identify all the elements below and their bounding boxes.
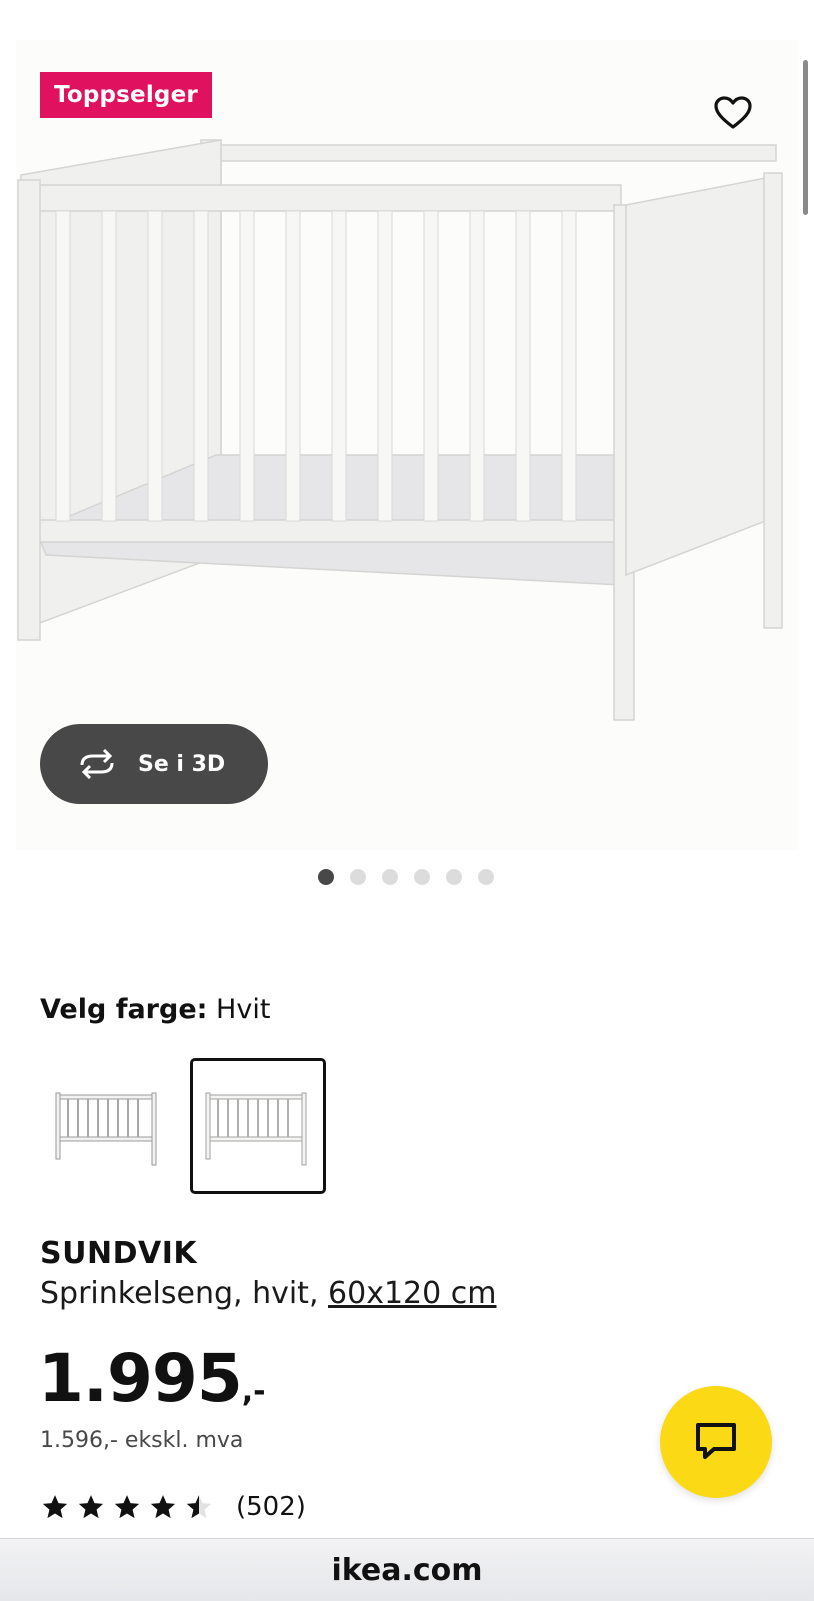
rotate-icon bbox=[76, 749, 118, 779]
view-in-3d-label: Se i 3D bbox=[138, 751, 226, 777]
favorite-button[interactable] bbox=[710, 90, 756, 136]
color-value: Hvit bbox=[216, 994, 271, 1025]
color-selector-label: Velg farge: Hvit bbox=[40, 994, 270, 1025]
review-count: (502) bbox=[236, 1492, 306, 1522]
star-icon bbox=[150, 1495, 176, 1519]
star-icon bbox=[42, 1495, 68, 1519]
page-scrollbar[interactable] bbox=[803, 60, 808, 215]
color-label: Velg farge: bbox=[40, 994, 208, 1025]
bestseller-badge: Toppselger bbox=[40, 72, 212, 118]
star-icon bbox=[78, 1495, 104, 1519]
product-image-crib bbox=[17, 139, 783, 721]
color-option-white[interactable] bbox=[40, 1058, 176, 1194]
browser-address-bar[interactable]: ikea.com bbox=[0, 1538, 814, 1601]
product-size-link[interactable]: 60x120 cm bbox=[328, 1276, 496, 1311]
product-name: SUNDVIK bbox=[40, 1236, 198, 1271]
gallery-dot[interactable] bbox=[446, 869, 462, 885]
view-in-3d-button[interactable]: Se i 3D bbox=[40, 724, 268, 804]
browser-url: ikea.com bbox=[331, 1552, 483, 1588]
gallery-dot[interactable] bbox=[382, 869, 398, 885]
star-icon bbox=[114, 1495, 140, 1519]
heart-outline-icon bbox=[714, 96, 752, 129]
star-half-icon bbox=[186, 1495, 212, 1519]
price-suffix: ,- bbox=[241, 1374, 266, 1409]
chat-button[interactable] bbox=[660, 1386, 772, 1498]
bestseller-badge-label: Toppselger bbox=[54, 82, 198, 108]
color-option-thumbnail bbox=[55, 1092, 157, 1166]
chat-bubble-icon bbox=[696, 1423, 736, 1459]
gallery-dot[interactable] bbox=[414, 869, 430, 885]
product-description: Sprinkelseng, hvit, 60x120 cm bbox=[40, 1276, 496, 1311]
product-price: 1.995,- bbox=[38, 1340, 266, 1417]
color-option-thumbnail bbox=[205, 1092, 307, 1166]
gallery-pagination bbox=[318, 869, 494, 885]
product-type: Sprinkelseng, hvit, bbox=[40, 1276, 319, 1311]
gallery-dot[interactable] bbox=[318, 869, 334, 885]
color-option-white-selected[interactable] bbox=[190, 1058, 326, 1194]
product-rating[interactable]: (502) bbox=[40, 1492, 306, 1522]
product-image-gallery[interactable]: Toppselger Se i 3D bbox=[16, 40, 798, 850]
rating-stars bbox=[40, 1493, 214, 1521]
price-amount: 1.995 bbox=[38, 1340, 243, 1417]
gallery-dot[interactable] bbox=[350, 869, 366, 885]
price-excluding-vat: 1.596,- ekskl. mva bbox=[40, 1428, 244, 1453]
gallery-dot[interactable] bbox=[478, 869, 494, 885]
